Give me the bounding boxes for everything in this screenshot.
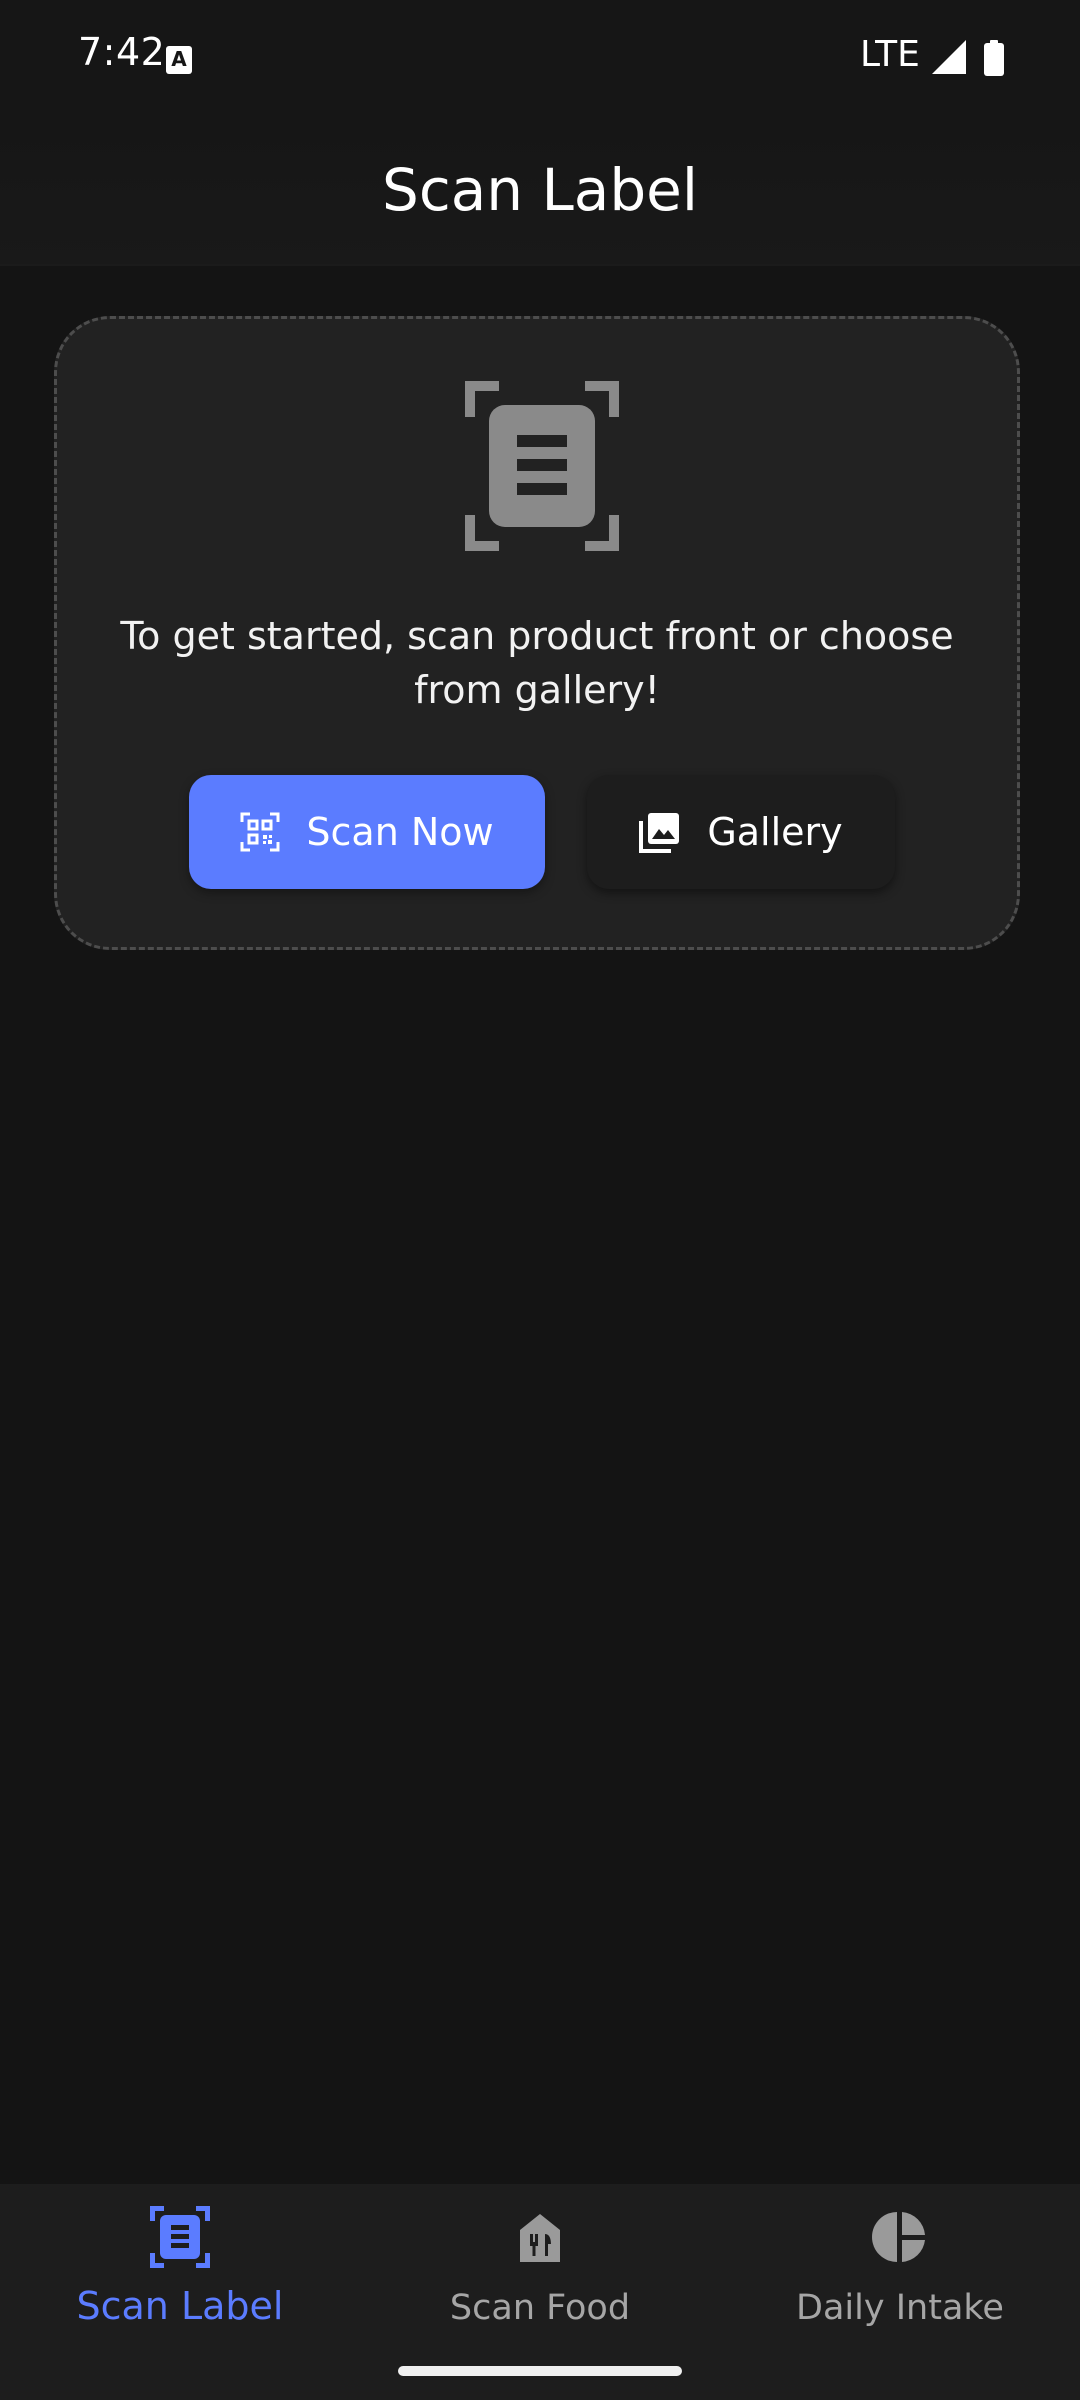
status-time: 7:42 — [78, 30, 166, 74]
nav-label-scan-label: Scan Label — [76, 2284, 284, 2328]
photo-library-icon — [639, 813, 680, 853]
signal-icon — [932, 40, 966, 74]
gallery-label: Gallery — [707, 810, 843, 854]
app-header: Scan Label — [0, 118, 1080, 266]
scan-document-icon — [465, 381, 619, 551]
restaurant-icon — [520, 2214, 560, 2262]
network-type: LTE — [860, 34, 920, 75]
scan-label-icon — [150, 2206, 210, 2268]
pie-chart-icon — [872, 2212, 925, 2262]
nav-label-scan-food: Scan Food — [449, 2288, 631, 2328]
qr-scan-icon — [240, 812, 280, 852]
nav-item-scan-label[interactable]: Scan Label — [0, 2184, 360, 2364]
app-screen: 7:42 A LTE Scan Label To get started, sc… — [0, 0, 1080, 2400]
home-indicator[interactable] — [398, 2366, 682, 2376]
scan-now-button[interactable]: Scan Now — [189, 775, 545, 889]
gallery-button[interactable]: Gallery — [587, 775, 895, 889]
status-bar: 7:42 A LTE — [0, 0, 1080, 118]
a-notification-icon: A — [166, 46, 192, 74]
nav-label-daily-intake: Daily Intake — [796, 2288, 1004, 2328]
scan-prompt-card: To get started, scan product front or ch… — [54, 316, 1020, 950]
instruction-text: To get started, scan product front or ch… — [120, 614, 954, 712]
nav-item-scan-food[interactable]: Scan Food — [360, 2184, 720, 2364]
page-title: Scan Label — [382, 156, 698, 224]
nav-item-daily-intake[interactable]: Daily Intake — [720, 2184, 1080, 2364]
battery-icon — [984, 40, 1004, 76]
scan-now-label: Scan Now — [306, 810, 494, 854]
